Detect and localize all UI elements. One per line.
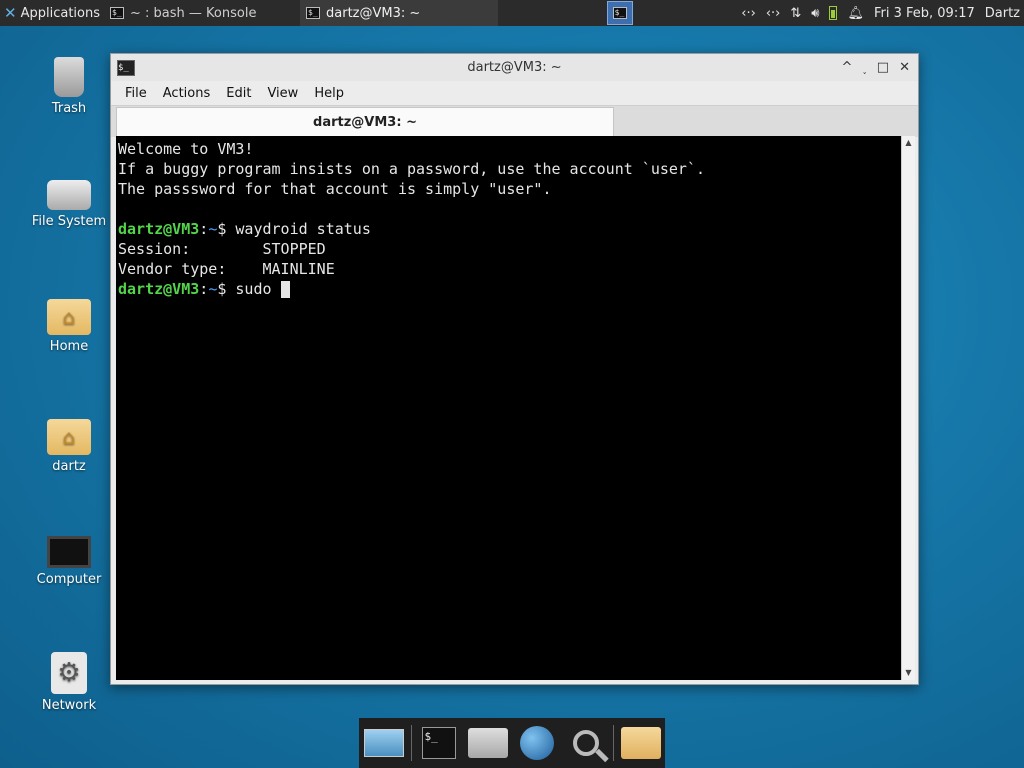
clock[interactable]: Fri 3 Feb, 09:17 <box>874 6 975 21</box>
maximize-button[interactable]: □ <box>877 60 889 76</box>
terminal-line: If a buggy program insists on a password… <box>118 160 705 178</box>
window-title: dartz@VM3: ~ <box>467 60 562 75</box>
desktop-icon-file-system[interactable]: File System <box>24 172 114 229</box>
computer-icon <box>47 536 91 568</box>
terminal-line: Vendor type: MAINLINE <box>118 260 335 278</box>
command-text: waydroid status <box>235 220 371 238</box>
battery-icon[interactable] <box>829 6 838 20</box>
close-button[interactable]: ✕ <box>899 60 910 76</box>
applications-menu-button[interactable]: ✕ Applications <box>0 0 104 26</box>
scroll-down-arrow-icon[interactable]: ▼ <box>902 666 915 680</box>
prompt-path: ~ <box>208 220 218 238</box>
terminal-icon: $_ <box>612 7 627 19</box>
taskbar-item-terminal[interactable]: $_ dartz@VM3: ~ <box>300 0 498 26</box>
terminal-line: The passsword for that account is simply… <box>118 180 552 198</box>
desktop-icon-home[interactable]: Home <box>24 293 114 354</box>
dock-separator <box>612 725 614 761</box>
dock-files[interactable] <box>619 721 663 765</box>
desktop-icon-label: dartz <box>52 459 86 474</box>
dock-show-desktop[interactable] <box>362 721 406 765</box>
xfce-logo-icon: ✕ <box>4 4 17 22</box>
terminal-line: Welcome to VM3! <box>118 140 254 158</box>
user-menu[interactable]: Dartz <box>985 6 1020 21</box>
terminal-output[interactable]: Welcome to VM3! If a buggy program insis… <box>116 136 901 680</box>
drive-icon <box>47 180 91 210</box>
dock-terminal[interactable]: $_ <box>417 721 461 765</box>
transfer-icon[interactable]: ⇅ <box>790 6 801 21</box>
desktop-icon-network[interactable]: Network <box>24 652 114 713</box>
tab-bar: dartz@VM3: ~ <box>111 105 918 137</box>
workspace-switcher[interactable]: $_ <box>606 1 633 25</box>
menu-bar: File Actions Edit View Help <box>111 81 918 105</box>
home-folder-icon <box>47 419 91 455</box>
home-folder-icon <box>467 728 508 758</box>
dock-web-browser[interactable] <box>515 721 559 765</box>
desktop-icon-label: File System <box>31 214 107 229</box>
dock-search[interactable] <box>564 721 608 765</box>
desktop-icon-label: Computer <box>36 572 102 587</box>
prompt-path: ~ <box>208 280 218 298</box>
desktop-icon-label: Trash <box>51 101 87 116</box>
menu-help[interactable]: Help <box>306 86 352 101</box>
menu-view[interactable]: View <box>259 86 306 101</box>
network-icon-2[interactable]: ‹·› <box>766 6 781 21</box>
terminal-line: Session: STOPPED <box>118 240 326 258</box>
top-panel: ✕ Applications $_ ~ : bash — Konsole $_ … <box>0 0 1024 26</box>
prompt-sep: : <box>199 280 209 298</box>
window-controls: ^ ˯ □ ✕ <box>842 60 918 76</box>
terminal-scrollbar[interactable]: ▲ ▼ <box>901 136 915 680</box>
prompt-dollar: $ <box>217 280 236 298</box>
command-input[interactable]: sudo <box>235 280 280 298</box>
prompt-sep: : <box>199 220 209 238</box>
desktop-icon-computer[interactable]: Computer <box>24 532 114 587</box>
notification-bell-icon[interactable]: 🔔︎ <box>847 6 864 21</box>
terminal-icon[interactable]: $_ <box>117 59 135 76</box>
menu-edit[interactable]: Edit <box>218 86 259 101</box>
tab-terminal[interactable]: dartz@VM3: ~ <box>116 107 614 136</box>
menu-file[interactable]: File <box>117 86 155 101</box>
home-folder-icon <box>47 299 91 335</box>
system-tray: ‹·› ‹·› ⇅ 🔊︎ 🔔︎ Fri 3 Feb, 09:17 Dartz <box>741 6 1024 21</box>
scroll-up-arrow-icon[interactable]: ▲ <box>902 136 915 150</box>
dock-home[interactable] <box>466 721 510 765</box>
desktop-icon-dartz[interactable]: dartz <box>24 413 114 474</box>
terminal-icon: $_ <box>110 7 124 19</box>
desktop-icon-trash[interactable]: Trash <box>24 55 114 116</box>
prompt-dollar: $ <box>217 220 236 238</box>
terminal-icon: $_ <box>421 727 456 759</box>
terminal-window: $_ dartz@VM3: ~ ^ ˯ □ ✕ File Actions Edi… <box>110 53 919 685</box>
volume-icon[interactable]: 🔊︎ <box>811 6 819 21</box>
dock-panel: $_ <box>359 718 665 768</box>
dock-separator <box>410 725 412 761</box>
show-desktop-icon <box>363 729 404 757</box>
taskbar-item-label: dartz@VM3: ~ <box>326 5 421 21</box>
terminal-icon: $_ <box>306 7 320 19</box>
taskbar-item-label: ~ : bash — Konsole <box>130 5 257 21</box>
web-browser-icon <box>519 726 554 760</box>
desktop-icon-label: Network <box>41 698 97 713</box>
menu-actions[interactable]: Actions <box>155 86 219 101</box>
taskbar-item-konsole[interactable]: $_ ~ : bash — Konsole <box>104 0 300 26</box>
search-icon <box>572 730 599 756</box>
desktop-icon-label: Home <box>49 339 89 354</box>
trash-icon <box>54 57 84 97</box>
prompt-user: dartz@VM3 <box>118 280 200 298</box>
text-cursor <box>280 281 290 298</box>
keep-above-button[interactable]: ^ <box>842 60 853 76</box>
network-icon[interactable]: ‹·› <box>741 6 756 21</box>
network-settings-icon <box>51 652 87 694</box>
applications-menu-label: Applications <box>20 5 100 21</box>
minimize-button[interactable]: ˯ <box>862 60 866 76</box>
files-icon <box>620 727 661 759</box>
window-titlebar[interactable]: $_ dartz@VM3: ~ ^ ˯ □ ✕ <box>111 54 918 81</box>
prompt-user: dartz@VM3 <box>118 220 200 238</box>
